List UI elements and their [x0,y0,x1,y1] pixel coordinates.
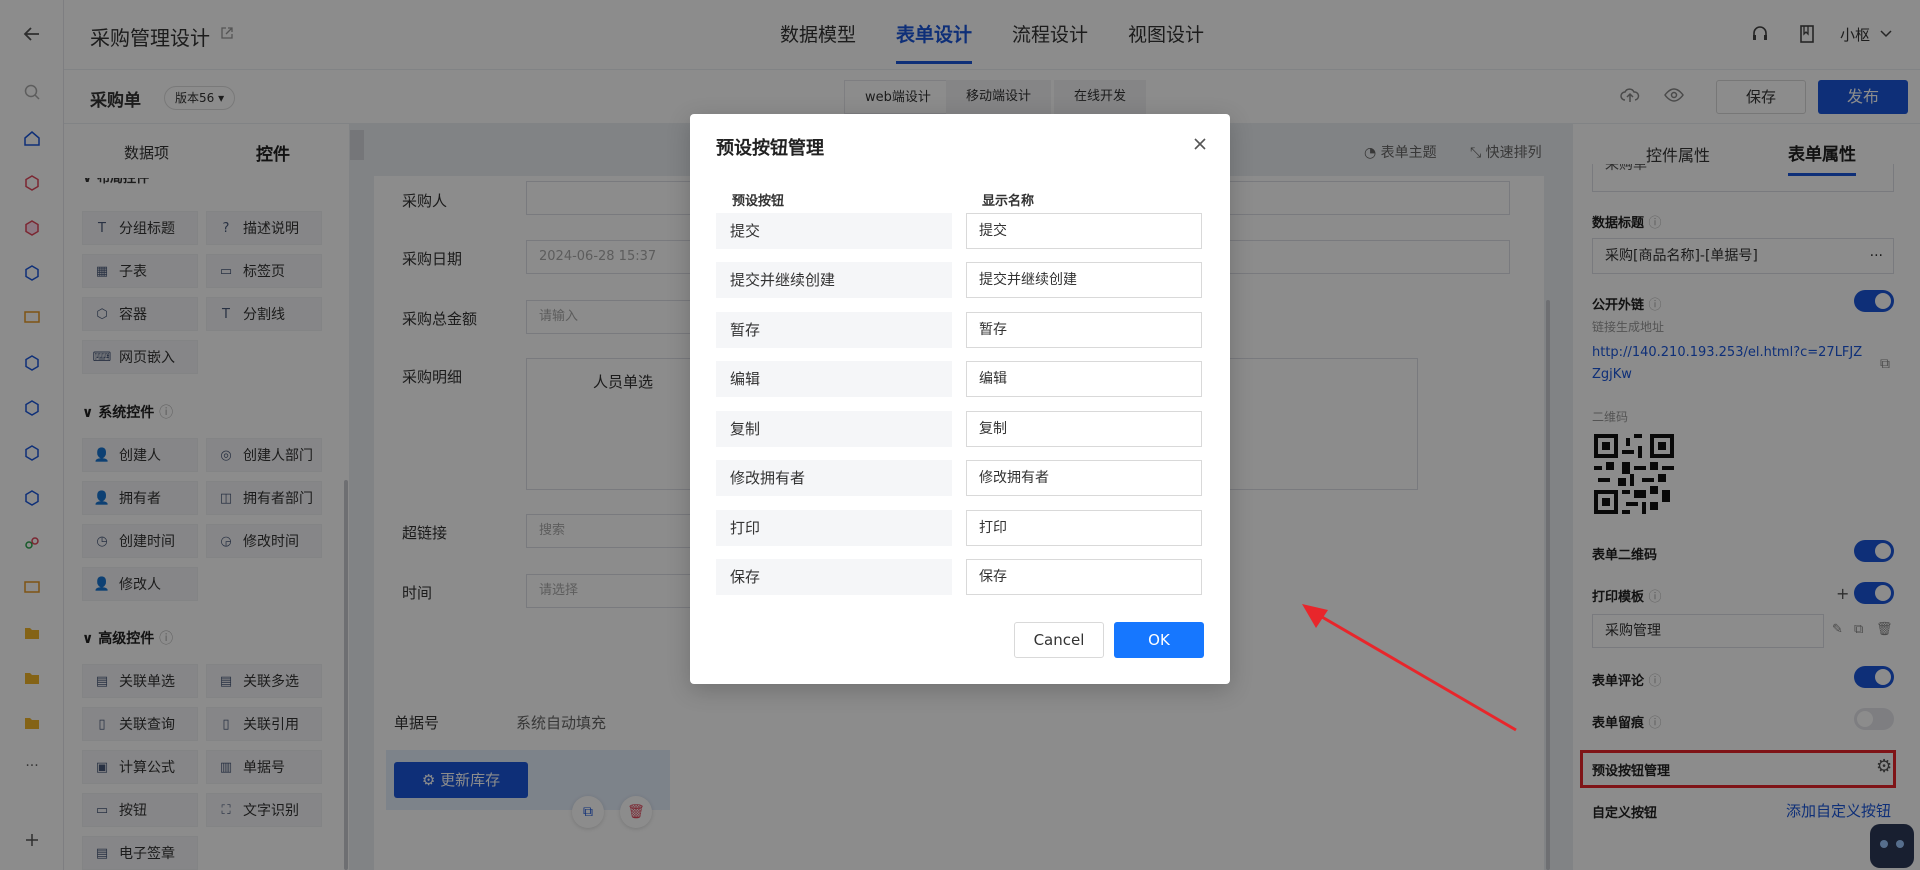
display-name-input[interactable]: 打印 [966,510,1202,546]
column-header-preset: 预设按钮 [732,194,785,209]
ok-button[interactable]: OK [1114,622,1204,658]
column-header-display: 显示名称 [982,194,1035,209]
close-icon[interactable] [1192,136,1208,152]
annotation-arrow [1302,604,1517,732]
preset-name: 编辑 [716,361,952,397]
display-name-input[interactable]: 复制 [966,411,1202,447]
display-name-input[interactable]: 保存 [966,559,1202,595]
display-name-input[interactable]: 提交 [966,213,1202,249]
preset-name: 提交并继续创建 [716,262,952,298]
cancel-button[interactable]: Cancel [1014,622,1104,658]
preset-name: 打印 [716,510,952,546]
preset-name: 暂存 [716,312,952,348]
preset-name: 保存 [716,559,952,595]
display-name-input[interactable]: 提交并继续创建 [966,262,1202,298]
preset-name: 修改拥有者 [716,460,952,496]
preset-name: 提交 [716,213,952,249]
display-name-input[interactable]: 修改拥有者 [966,460,1202,496]
display-name-input[interactable]: 暂存 [966,312,1202,348]
modal-title: 预设按钮管理 [716,138,824,159]
preset-name: 复制 [716,411,952,447]
display-name-input[interactable]: 编辑 [966,361,1202,397]
